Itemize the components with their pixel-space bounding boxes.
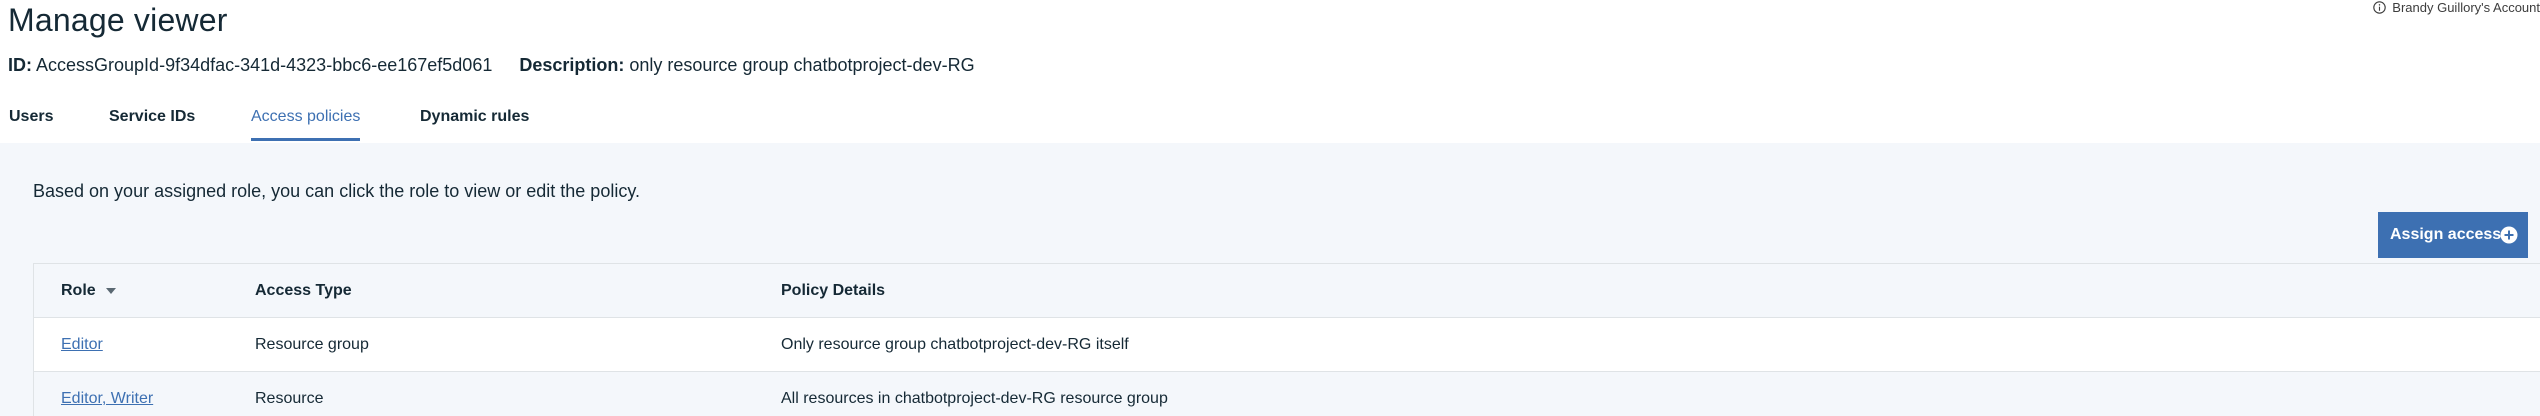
policy-details-cell: All resources in chatbotproject-dev-RG r… [781,390,1168,407]
role-link[interactable]: Editor [61,336,103,353]
table-row: Editor, Writer Resource All resources in… [34,372,2540,416]
description-value: only resource group chatbotproject-dev-R… [629,55,975,75]
access-type-cell: Resource group [255,336,369,353]
tab-access-policies[interactable]: Access policies [251,98,361,141]
role-link[interactable]: Editor, Writer [61,390,153,407]
manage-viewer-page: Brandy Guillory's Account Manage viewer … [0,0,2540,416]
id-label: ID: [8,55,32,75]
column-header-role-label: Role [61,282,96,299]
tab-service-ids[interactable]: Service IDs [109,98,195,141]
info-text: Based on your assigned role, you can cli… [33,181,640,201]
tab-users[interactable]: Users [9,98,53,141]
access-policies-panel: Based on your assigned role, you can cli… [0,143,2540,416]
tab-dynamic-rules[interactable]: Dynamic rules [420,98,529,141]
id-value: AccessGroupId-9f34dfac-341d-4323-bbc6-ee… [36,55,493,75]
policy-details-cell: Only resource group chatbotproject-dev-R… [781,336,1129,353]
add-circle-icon [2500,226,2518,244]
access-type-cell: Resource [255,390,324,407]
column-header-policy-details: Policy Details [781,282,886,299]
assign-access-label: Assign access [2390,226,2502,243]
account-name: Brandy Guillory's Account [2392,0,2540,15]
description-label: Description: [519,55,625,75]
account-switcher[interactable]: Brandy Guillory's Account [2373,0,2540,15]
caret-down-icon [106,287,117,294]
group-meta: ID: AccessGroupId-9f34dfac-341d-4323-bbc… [8,55,975,76]
column-header-role[interactable]: Role [61,264,117,318]
info-icon [2373,0,2387,14]
column-header-access-type: Access Type [255,282,352,299]
policies-table: Role Access Type Policy Details Editor R… [33,263,2540,416]
table-header-row: Role Access Type Policy Details [34,264,2540,318]
table-row: Editor Resource group Only resource grou… [34,318,2540,372]
page-title: Manage viewer [8,2,228,38]
assign-access-button[interactable]: Assign access [2378,212,2528,258]
